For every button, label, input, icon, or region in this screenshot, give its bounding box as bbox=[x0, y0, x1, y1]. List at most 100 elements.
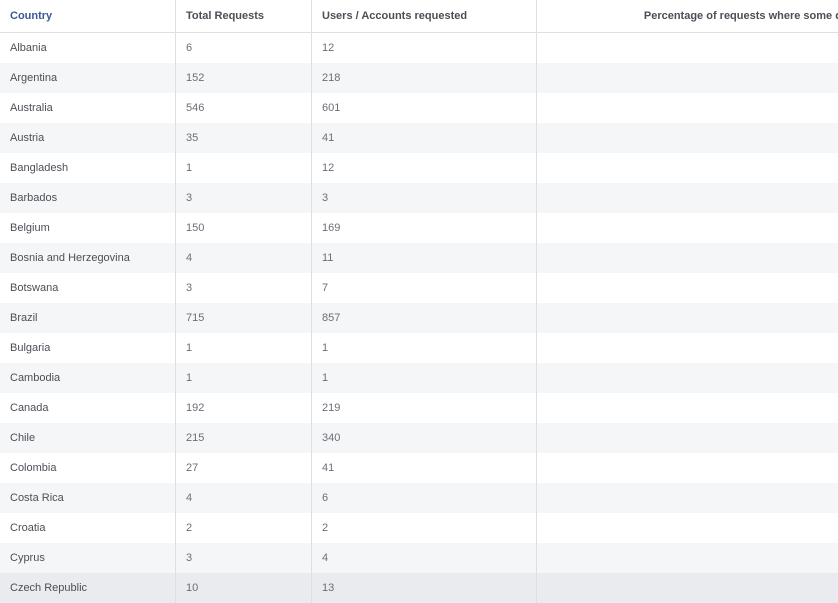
column-header-country-link[interactable]: Country bbox=[10, 10, 52, 22]
table-row[interactable]: Costa Rica460 % bbox=[0, 483, 838, 513]
table-row[interactable]: Albania61283 % bbox=[0, 33, 838, 63]
cell-percentage: 44 % bbox=[537, 393, 838, 423]
cell-total-requests: 10 bbox=[176, 573, 312, 603]
cell-users-accounts: 41 bbox=[312, 453, 537, 483]
cell-country: Bangladesh bbox=[0, 153, 176, 183]
cell-country: Costa Rica bbox=[0, 483, 176, 513]
table-row[interactable]: Canada19221944 % bbox=[0, 393, 838, 423]
cell-users-accounts: 1 bbox=[312, 333, 537, 363]
cell-country: Argentina bbox=[0, 63, 176, 93]
table-header: Country Total Requests Users / Accounts … bbox=[0, 0, 838, 33]
cell-percentage: 60 % bbox=[537, 573, 838, 603]
table-row[interactable]: Colombia274115 % bbox=[0, 453, 838, 483]
cell-users-accounts: 218 bbox=[312, 63, 537, 93]
cell-total-requests: 4 bbox=[176, 483, 312, 513]
cell-total-requests: 4 bbox=[176, 243, 312, 273]
table-row[interactable]: Belgium15016970 % bbox=[0, 213, 838, 243]
cell-users-accounts: 12 bbox=[312, 33, 537, 63]
cell-percentage: 27 % bbox=[537, 63, 838, 93]
cell-percentage: 0 % bbox=[537, 183, 838, 213]
cell-percentage: 0 % bbox=[537, 333, 838, 363]
cell-total-requests: 27 bbox=[176, 453, 312, 483]
cell-percentage: 68 % bbox=[537, 423, 838, 453]
cell-country: Albania bbox=[0, 33, 176, 63]
cell-total-requests: 1 bbox=[176, 363, 312, 393]
table-row[interactable]: Brazil71585733 % bbox=[0, 303, 838, 333]
cell-percentage: 0 % bbox=[537, 273, 838, 303]
cell-total-requests: 1 bbox=[176, 153, 312, 183]
cell-users-accounts: 11 bbox=[312, 243, 537, 273]
cell-total-requests: 3 bbox=[176, 183, 312, 213]
cell-country: Croatia bbox=[0, 513, 176, 543]
cell-country: Colombia bbox=[0, 453, 176, 483]
table-row[interactable]: Bulgaria110 % bbox=[0, 333, 838, 363]
cell-country: Australia bbox=[0, 93, 176, 123]
table-row[interactable]: Barbados330 % bbox=[0, 183, 838, 213]
cell-users-accounts: 41 bbox=[312, 123, 537, 153]
cell-users-accounts: 3 bbox=[312, 183, 537, 213]
table-row[interactable]: Botswana370 % bbox=[0, 273, 838, 303]
table-row[interactable]: Bangladesh1120 % bbox=[0, 153, 838, 183]
table-row[interactable]: Australia54660164 % bbox=[0, 93, 838, 123]
cell-country: Botswana bbox=[0, 273, 176, 303]
cell-total-requests: 3 bbox=[176, 543, 312, 573]
column-header-total-requests[interactable]: Total Requests bbox=[176, 0, 312, 33]
table-row[interactable]: Austria354117 % bbox=[0, 123, 838, 153]
cell-users-accounts: 7 bbox=[312, 273, 537, 303]
cell-country: Barbados bbox=[0, 183, 176, 213]
cell-percentage: 0 % bbox=[537, 513, 838, 543]
cell-percentage: 33 % bbox=[537, 303, 838, 333]
cell-percentage: 0 % bbox=[537, 153, 838, 183]
cell-total-requests: 35 bbox=[176, 123, 312, 153]
cell-total-requests: 715 bbox=[176, 303, 312, 333]
table-row[interactable]: Bosnia and Herzegovina41125 % bbox=[0, 243, 838, 273]
cell-country: Czech Republic bbox=[0, 573, 176, 603]
cell-users-accounts: 12 bbox=[312, 153, 537, 183]
cell-total-requests: 546 bbox=[176, 93, 312, 123]
cell-users-accounts: 857 bbox=[312, 303, 537, 333]
table-row[interactable]: Chile21534068 % bbox=[0, 423, 838, 453]
cell-country: Brazil bbox=[0, 303, 176, 333]
cell-country: Bosnia and Herzegovina bbox=[0, 243, 176, 273]
column-header-country[interactable]: Country bbox=[0, 0, 176, 33]
cell-percentage: 0 % bbox=[537, 363, 838, 393]
table-header-row: Country Total Requests Users / Accounts … bbox=[0, 0, 838, 33]
cell-total-requests: 6 bbox=[176, 33, 312, 63]
cell-users-accounts: 219 bbox=[312, 393, 537, 423]
cell-percentage: 25 % bbox=[537, 243, 838, 273]
cell-total-requests: 192 bbox=[176, 393, 312, 423]
cell-users-accounts: 4 bbox=[312, 543, 537, 573]
cell-country: Canada bbox=[0, 393, 176, 423]
table-row[interactable]: Cyprus3433 % bbox=[0, 543, 838, 573]
cell-total-requests: 152 bbox=[176, 63, 312, 93]
government-requests-table: Country Total Requests Users / Accounts … bbox=[0, 0, 838, 603]
cell-country: Belgium bbox=[0, 213, 176, 243]
cell-total-requests: 150 bbox=[176, 213, 312, 243]
cell-percentage: 83 % bbox=[537, 33, 838, 63]
cell-percentage: 0 % bbox=[537, 483, 838, 513]
cell-country: Chile bbox=[0, 423, 176, 453]
cell-users-accounts: 1 bbox=[312, 363, 537, 393]
cell-total-requests: 215 bbox=[176, 423, 312, 453]
table-body: Albania61283 %Argentina15221827 %Austral… bbox=[0, 33, 838, 603]
table-row[interactable]: Cambodia110 % bbox=[0, 363, 838, 393]
cell-users-accounts: 2 bbox=[312, 513, 537, 543]
table-row[interactable]: Czech Republic101360 % bbox=[0, 573, 838, 603]
cell-percentage: 15 % bbox=[537, 453, 838, 483]
cell-total-requests: 3 bbox=[176, 273, 312, 303]
cell-users-accounts: 340 bbox=[312, 423, 537, 453]
cell-percentage: 70 % bbox=[537, 213, 838, 243]
table-row[interactable]: Argentina15221827 % bbox=[0, 63, 838, 93]
cell-percentage: 33 % bbox=[537, 543, 838, 573]
cell-country: Cambodia bbox=[0, 363, 176, 393]
cell-percentage: 64 % bbox=[537, 93, 838, 123]
cell-users-accounts: 601 bbox=[312, 93, 537, 123]
column-header-percentage[interactable]: Percentage of requests where some data p… bbox=[537, 0, 838, 33]
cell-total-requests: 1 bbox=[176, 333, 312, 363]
cell-users-accounts: 169 bbox=[312, 213, 537, 243]
cell-country: Bulgaria bbox=[0, 333, 176, 363]
cell-percentage: 17 % bbox=[537, 123, 838, 153]
column-header-users-accounts[interactable]: Users / Accounts requested bbox=[312, 0, 537, 33]
cell-total-requests: 2 bbox=[176, 513, 312, 543]
table-row[interactable]: Croatia220 % bbox=[0, 513, 838, 543]
